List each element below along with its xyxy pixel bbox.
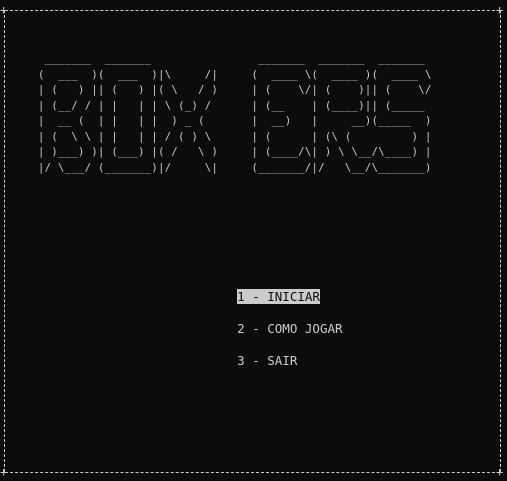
terminal-screen: + + + + _______ _______ _______ _______ … — [0, 0, 507, 481]
corner-bottom-left: + — [0, 465, 8, 479]
border-left — [4, 10, 5, 472]
title-art-line: | __ ( | | | | ) _ ( | __) | __)(_____ ) — [38, 115, 432, 127]
corner-bottom-right: + — [496, 465, 504, 479]
menu-item-label: 2 - COMO JOGAR — [237, 321, 343, 336]
corner-top-right: + — [496, 3, 504, 17]
main-menu: 1 - INICIAR 2 - COMO JOGAR 3 - SAIR — [192, 273, 343, 369]
title-art-line: | ( \ \ | | | | / ( ) \ | ( | (\ ( ) | — [38, 130, 432, 143]
title-art-line: ( ___ )( ___ )|\ /| ( ____ \( ____ )( __… — [38, 68, 432, 81]
menu-item-label: 3 - SAIR — [237, 353, 298, 368]
title-art-line: | ( ) || ( ) |( \ / ) | ( \/| ( )|| ( \/ — [38, 84, 432, 96]
border-bottom — [5, 472, 500, 473]
menu-item-iniciar[interactable]: 1 - INICIAR — [192, 273, 343, 304]
corner-top-left: + — [0, 3, 8, 17]
menu-item-label: 1 - INICIAR — [237, 289, 320, 304]
title-art-line: | )___) )| (___) |( / \ ) | (____/\| ) \… — [38, 146, 432, 158]
game-title-ascii-art: _______ _______ _______ _______ _______ … — [38, 52, 432, 176]
title-art-line: _______ _______ _______ _______ _______ — [38, 53, 432, 65]
border-right — [500, 10, 501, 472]
title-art-line: | (__/ / | | | | \ (_) / | (__ | (____)|… — [38, 99, 432, 112]
title-art-line: |/ \___/ (_______)|/ \| (_______/|/ \__/… — [38, 161, 432, 174]
border-top — [5, 10, 500, 11]
